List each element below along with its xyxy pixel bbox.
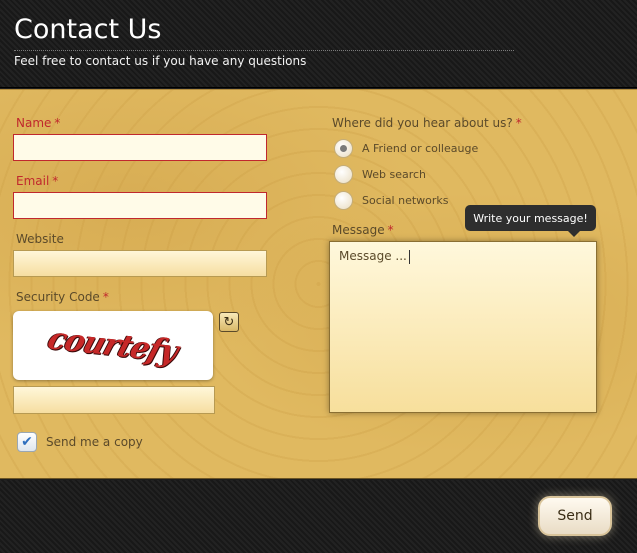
radio-friend[interactable]: [334, 139, 353, 158]
captcha-text: courtefy: [43, 321, 183, 370]
required-star: *: [515, 116, 522, 130]
refresh-icon[interactable]: ↻: [219, 312, 239, 332]
message-textarea[interactable]: Message ...: [329, 241, 597, 413]
required-star: *: [387, 223, 394, 237]
send-button[interactable]: Send: [538, 496, 612, 536]
radio-web-search-label: Web search: [362, 168, 427, 181]
radio-friend-label: A Friend or colleauge: [362, 142, 479, 155]
header: Contact Us Feel free to contact us if yo…: [0, 0, 637, 88]
radio-selected-dot: [340, 145, 347, 152]
name-field[interactable]: [13, 134, 267, 161]
message-label: Message *: [332, 223, 394, 237]
security-code-label: Security Code *: [16, 290, 109, 304]
send-copy-checkbox[interactable]: ✔: [17, 432, 37, 452]
page-subtitle: Feel free to contact us if you have any …: [14, 54, 307, 68]
contact-form: Name * Email * Website Security Code * cour…: [0, 89, 637, 479]
message-text: Message ...: [339, 249, 407, 263]
email-label: Email *: [16, 174, 59, 188]
send-copy-label: Send me a copy: [46, 435, 143, 449]
radio-social-networks-label: Social networks: [362, 194, 449, 207]
checkmark-icon: ✔: [21, 434, 33, 450]
title-divider: [14, 50, 514, 51]
required-star: *: [102, 290, 109, 304]
website-label: Website: [16, 232, 64, 246]
captcha-image: courtefy: [13, 311, 213, 380]
radio-social-networks[interactable]: [334, 191, 353, 210]
hear-about-label: Where did you hear about us? *: [332, 116, 522, 130]
website-field[interactable]: [13, 250, 267, 277]
required-star: *: [52, 174, 59, 188]
page-title: Contact Us: [14, 14, 162, 45]
message-tooltip: Write your message!: [465, 205, 596, 237]
radio-web-search[interactable]: [334, 165, 353, 184]
required-star: *: [54, 116, 61, 130]
security-code-field[interactable]: [13, 386, 215, 414]
email-field[interactable]: [13, 192, 267, 219]
name-label: Name *: [16, 116, 61, 130]
text-caret: [408, 249, 410, 264]
